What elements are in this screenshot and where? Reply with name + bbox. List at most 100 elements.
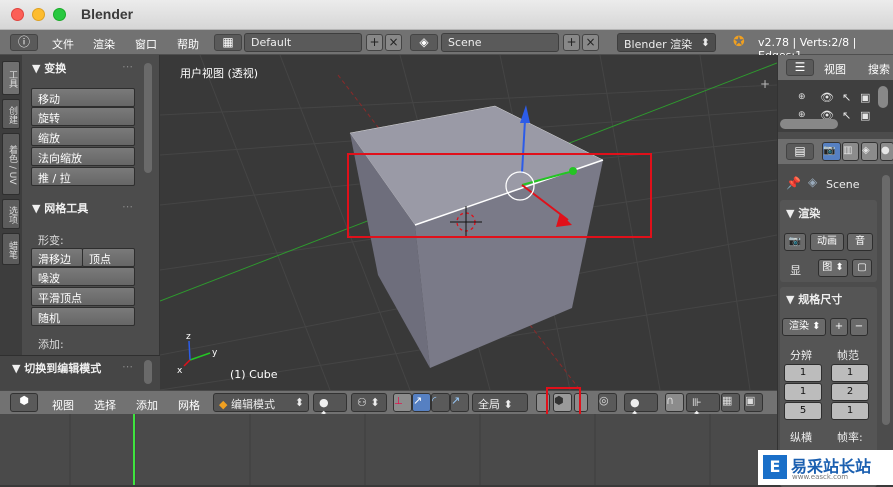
camera-icon[interactable]: ▣	[860, 91, 870, 104]
randomize-button[interactable]: 随机	[31, 307, 135, 326]
properties-type-button[interactable]: ▤	[786, 143, 814, 160]
menu-view[interactable]: 视图	[52, 397, 74, 413]
operator-scrollbar[interactable]	[144, 360, 152, 384]
slide-edge-button[interactable]: 滑移边	[31, 248, 83, 267]
tab-options[interactable]: 选项	[2, 199, 20, 229]
transform-orientation-select[interactable]: 全局 ⬍	[472, 393, 528, 412]
menu-render[interactable]: 渲染	[93, 36, 115, 52]
tab-create[interactable]: 创建	[2, 99, 20, 129]
slide-vertex-button[interactable]: 顶点	[82, 248, 135, 267]
add-preset-button[interactable]: +	[830, 318, 848, 336]
menu-mesh[interactable]: 网格	[178, 397, 200, 413]
push-pull-button[interactable]: 推 / 拉	[31, 167, 135, 186]
rotate-button[interactable]: 旋转	[31, 107, 135, 126]
render-image-button[interactable]: 渲染📷	[784, 233, 806, 251]
translate-button[interactable]: 移动	[31, 88, 135, 107]
scale-button[interactable]: 缩放	[31, 127, 135, 146]
render-panel-title[interactable]: ▼ 渲染	[786, 205, 820, 221]
maximize-window-button[interactable]	[53, 8, 66, 21]
smooth-vertex-button[interactable]: 平滑顶点	[31, 287, 135, 306]
properties-scrollbar[interactable]	[882, 175, 890, 425]
rotate-manipulator-button[interactable]: ◜	[431, 393, 450, 412]
render-preview-button[interactable]: ▦	[721, 393, 740, 412]
translate-manipulator-button[interactable]: ↗	[412, 393, 431, 412]
3d-viewport[interactable]: y z x 用户视图 (透视) (1) Cube +	[160, 55, 777, 390]
menu-add[interactable]: 添加	[136, 397, 158, 413]
render-tab-button[interactable]: 📷	[822, 142, 841, 161]
scene-name-field[interactable]: Scene	[441, 33, 559, 52]
add-scene-button[interactable]: +	[563, 34, 580, 51]
resolution-x-field[interactable]: 1	[784, 364, 822, 382]
tool-shelf-scrollbar[interactable]	[144, 63, 152, 173]
drag-handle-icon[interactable]: ⋯	[122, 360, 133, 373]
render-audio-button[interactable]: 音	[847, 233, 873, 251]
tool-shelf: 工具 创建 着色 / UV 选项 蜡笔 ▼ 变换 ⋯ 移动 旋转 缩放 法向缩放…	[0, 55, 160, 390]
add-region-icon[interactable]: +	[760, 77, 770, 91]
minimize-window-button[interactable]	[32, 8, 45, 21]
pin-icon[interactable]: 📌	[786, 176, 801, 190]
scene-tab-button[interactable]: ◈	[861, 142, 878, 161]
render-animation-button[interactable]: 动画	[810, 233, 844, 251]
manipulator-toggle[interactable]: ⊥	[393, 393, 412, 412]
tab-grease-pencil[interactable]: 蜡笔	[2, 233, 20, 265]
expand-icon[interactable]: ⊕	[798, 92, 806, 102]
watermark-url: www.easck.com	[792, 473, 849, 481]
frame-end-field[interactable]: 2	[831, 383, 869, 401]
cursor-icon[interactable]: ↖	[842, 109, 851, 122]
close-window-button[interactable]	[11, 8, 24, 21]
noise-button[interactable]: 噪波	[31, 267, 135, 286]
menu-file[interactable]: 文件	[52, 36, 74, 52]
menu-select[interactable]: 选择	[94, 397, 116, 413]
delete-layout-button[interactable]: ×	[385, 34, 402, 51]
pivot-point-select[interactable]: ⚇ ⬍	[351, 393, 387, 412]
render-preset-select[interactable]: 渲染 ⬍	[782, 318, 826, 336]
layout-name-field[interactable]: Default	[244, 33, 362, 52]
menu-window[interactable]: 窗口	[135, 36, 157, 52]
eye-icon[interactable]: 👁	[820, 91, 834, 104]
operator-panel-title[interactable]: ▼ 切换到编辑模式	[12, 360, 101, 376]
outliner-view-menu[interactable]: 视图	[824, 61, 846, 77]
render-layers-tab-button[interactable]: ▥	[842, 142, 859, 161]
proportional-edit-button[interactable]: ◎	[598, 393, 617, 412]
outliner-type-button[interactable]: ☰	[786, 59, 814, 76]
menu-help[interactable]: 帮助	[177, 36, 199, 52]
editor-type-button[interactable]: ⓘ	[10, 34, 38, 51]
dimensions-panel-title[interactable]: ▼ 规格尺寸	[786, 291, 842, 307]
layout-selector-button[interactable]: ▦	[214, 34, 242, 51]
remove-preset-button[interactable]: −	[850, 318, 868, 336]
lock-interface-button[interactable]: ▢	[852, 259, 872, 277]
viewport-editor-type-button[interactable]: ⬢	[10, 393, 38, 412]
drag-handle-icon[interactable]: ⋯	[122, 60, 133, 73]
display-mode-select[interactable]: 图 ⬍	[818, 259, 848, 277]
snap-element-select[interactable]: ⊪ ⬍	[686, 393, 720, 422]
frame-step-field[interactable]: 1	[831, 402, 869, 420]
world-tab-button[interactable]: ●	[880, 142, 893, 161]
falloff-select[interactable]: ● ⬍	[624, 393, 658, 422]
render-engine-select[interactable]: Blender 渲染 ⬍	[617, 33, 716, 52]
outliner-scrollbar-v[interactable]	[878, 86, 888, 108]
tab-tools[interactable]: 工具	[2, 61, 20, 95]
scale-manipulator-button[interactable]: ↗	[450, 393, 469, 412]
camera-icon[interactable]: ▣	[860, 109, 870, 122]
timeline-editor[interactable]	[0, 414, 777, 485]
transform-panel-title[interactable]: ▼ 变换	[32, 60, 66, 76]
shrink-fatten-button[interactable]: 法向缩放	[31, 147, 135, 166]
axis-widget-x-label: x	[177, 366, 183, 376]
opengl-render-button[interactable]: ▣	[744, 393, 763, 412]
drag-handle-icon[interactable]: ⋯	[122, 200, 133, 213]
mesh-tools-panel-title[interactable]: ▼ 网格工具	[32, 200, 88, 216]
viewport-shading-select[interactable]: ● ⬍	[313, 393, 347, 422]
outliner-scrollbar-h[interactable]	[780, 119, 838, 129]
frame-start-field[interactable]: 1	[831, 364, 869, 382]
tab-shading-uv[interactable]: 着色 / UV	[2, 133, 20, 195]
resolution-y-field[interactable]: 1	[784, 383, 822, 401]
close-icon: ×	[388, 35, 399, 49]
interaction-mode-select[interactable]: ◆ 编辑模式 ⬍	[213, 393, 309, 412]
outliner-search-menu[interactable]: 搜索	[868, 61, 890, 77]
cursor-icon[interactable]: ↖	[842, 91, 851, 104]
scene-selector-button[interactable]: ◈	[410, 34, 438, 51]
resolution-percent-field[interactable]: 5	[784, 402, 822, 420]
delete-scene-button[interactable]: ×	[582, 34, 599, 51]
snap-toggle-button[interactable]: ∩	[665, 393, 684, 412]
add-layout-button[interactable]: +	[366, 34, 383, 51]
